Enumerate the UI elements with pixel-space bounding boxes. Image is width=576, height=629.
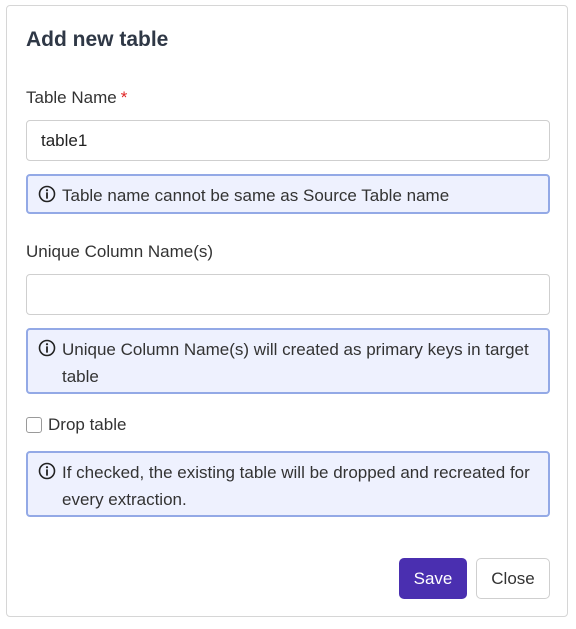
- unique-columns-label: Unique Column Name(s): [26, 242, 214, 261]
- drop-table-checkbox[interactable]: [26, 417, 42, 433]
- drop-table-label[interactable]: Drop table: [48, 415, 126, 435]
- add-table-dialog: Add new table Table Name* Table name can…: [6, 5, 568, 617]
- info-circle-icon: [38, 339, 56, 357]
- table-name-label-text: Table Name: [26, 88, 117, 107]
- dialog-title: Add new table: [26, 28, 169, 51]
- unique-columns-input[interactable]: [26, 274, 550, 315]
- unique-columns-info-text: Unique Column Name(s) will created as pr…: [62, 340, 529, 386]
- table-name-info-text: Table name cannot be same as Source Tabl…: [62, 186, 450, 205]
- save-button[interactable]: Save: [399, 558, 467, 599]
- info-circle-icon: [38, 185, 56, 203]
- table-name-label: Table Name *: [26, 88, 127, 108]
- table-name-input[interactable]: [26, 120, 550, 161]
- unique-columns-info: Unique Column Name(s) will created as pr…: [26, 328, 550, 394]
- drop-table-row[interactable]: Drop table: [26, 414, 126, 436]
- close-button[interactable]: Close: [476, 558, 550, 599]
- drop-table-info-text: If checked, the existing table will be d…: [62, 463, 530, 509]
- table-name-info: Table name cannot be same as Source Tabl…: [26, 174, 550, 214]
- required-marker: *: [120, 88, 128, 107]
- drop-table-info: If checked, the existing table will be d…: [26, 451, 550, 517]
- info-circle-icon: [38, 462, 56, 480]
